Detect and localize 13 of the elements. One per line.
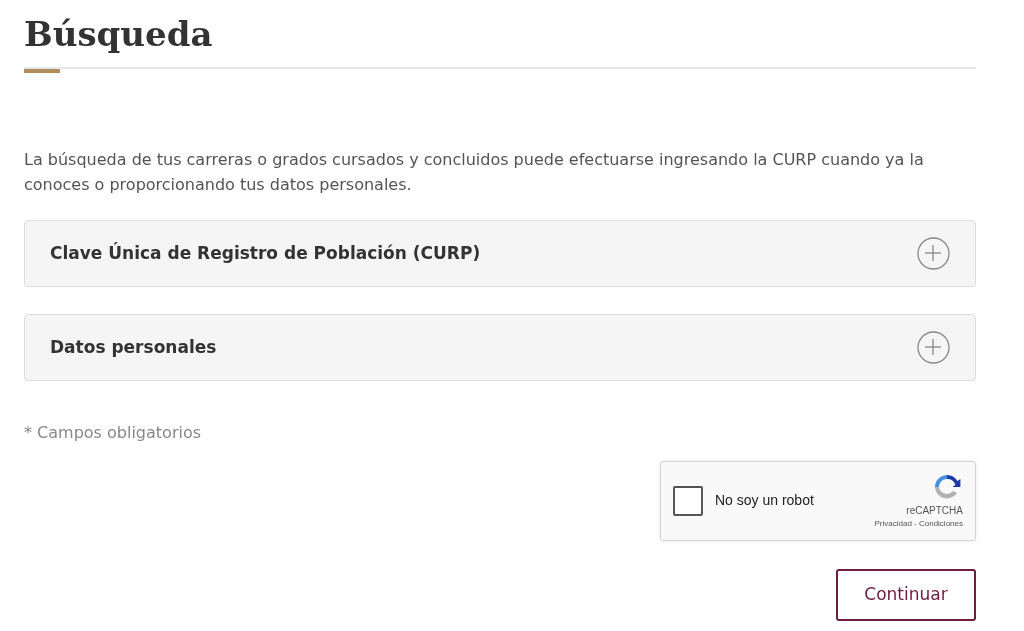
page-title: Búsqueda	[24, 14, 214, 55]
captcha-label: No soy un robot	[715, 491, 814, 511]
captcha-checkbox[interactable]	[673, 486, 703, 516]
continue-button[interactable]: Continuar	[836, 569, 976, 621]
accordion-header[interactable]: Datos personales	[24, 314, 976, 381]
captcha-link[interactable]: Condiciones	[918, 519, 963, 529]
link-separator: -	[913, 519, 918, 529]
intro-paragraph: La búsqueda de tus carreras o grados cursados y concluidos puede efectuarse ingresando la CURP cuando ya la conoces o proporcionando tus datos personales.	[24, 148, 925, 197]
title-accent-bar	[24, 67, 60, 73]
accordion-header[interactable]: Clave Única de Registro de Población (CURP)	[24, 220, 976, 287]
captcha-brand: reCAPTCHA	[906, 504, 963, 519]
required-fields-note: * Campos obligatorios	[24, 422, 203, 444]
captcha-link[interactable]: Privacidad	[874, 519, 912, 529]
